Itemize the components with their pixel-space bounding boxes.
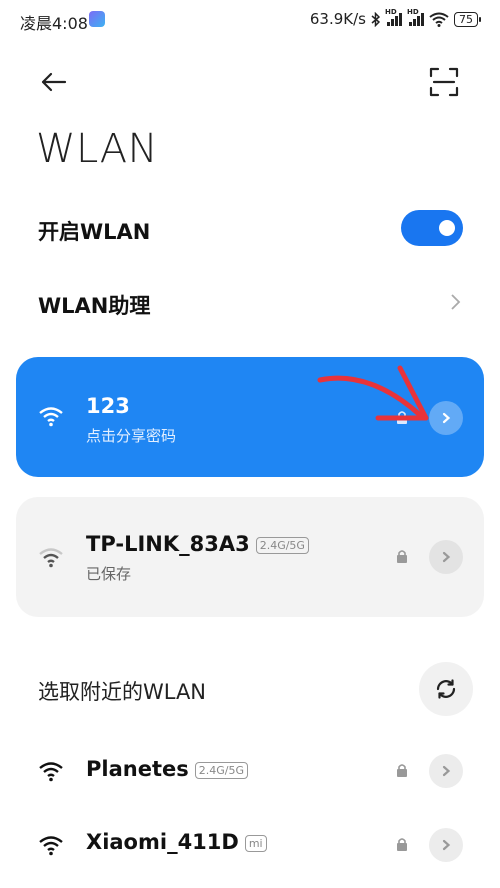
signal-icon: HD [407, 8, 424, 26]
battery-icon: 75 [454, 11, 481, 27]
nearby-network-row[interactable] [0, 740, 500, 802]
mi-logo-tag: mi [244, 834, 267, 852]
wifi-weak-icon [39, 548, 63, 568]
page-title: WLAN [36, 126, 159, 172]
chevron-right-icon [442, 551, 451, 563]
connected-network-name: 123 [86, 394, 130, 418]
chevron-right-icon [442, 412, 451, 424]
nearby-network-name: Planetes 2.4G/5G [86, 757, 248, 781]
band-tag: 2.4G/5G [194, 761, 248, 779]
wlan-toggle-label: 开启WLAN [38, 220, 151, 244]
refresh-button[interactable] [419, 662, 473, 716]
share-password-hint: 点击分享密码 [86, 427, 177, 445]
bluetooth-icon [371, 11, 380, 27]
back-button[interactable] [36, 64, 72, 100]
annotation-arrow [317, 365, 429, 421]
lock-icon [397, 550, 407, 563]
nearby-network-detail-button[interactable] [429, 754, 463, 788]
lock-icon [397, 764, 407, 777]
scan-button[interactable] [426, 64, 462, 100]
wifi-icon [39, 836, 63, 856]
wifi-icon [429, 12, 449, 27]
network-speed: 63.9K/s [309, 10, 366, 28]
chevron-right-icon [442, 839, 451, 851]
nearby-network-name: Xiaomi_411D mi [86, 830, 267, 854]
wifi-icon [39, 762, 63, 782]
chevron-right-icon [451, 294, 461, 310]
saved-network-detail-button[interactable] [429, 540, 463, 574]
lock-icon [397, 838, 407, 851]
status-indicators: 63.9K/s HD HD 75 [309, 8, 481, 28]
app-notification-icon [89, 11, 105, 27]
refresh-icon [436, 679, 456, 699]
chevron-right-icon [442, 765, 451, 777]
band-tag: 2.4G/5G [255, 536, 309, 554]
saved-network-card[interactable] [16, 497, 484, 617]
wifi-icon [39, 407, 63, 427]
nearby-network-detail-button[interactable] [429, 828, 463, 862]
toggle-knob [439, 220, 455, 236]
status-time: 凌晨4:08 [20, 14, 88, 33]
saved-network-name: TP-LINK_83A3 2.4G/5G [86, 532, 309, 556]
back-arrow-icon [41, 72, 67, 92]
scan-icon [429, 67, 459, 97]
saved-status: 已保存 [86, 565, 132, 583]
signal-icon: HD [385, 8, 402, 26]
wlan-toggle[interactable] [401, 210, 463, 246]
wlan-assistant-label: WLAN助理 [38, 294, 151, 318]
nearby-section-title: 选取附近的WLAN [38, 680, 207, 704]
